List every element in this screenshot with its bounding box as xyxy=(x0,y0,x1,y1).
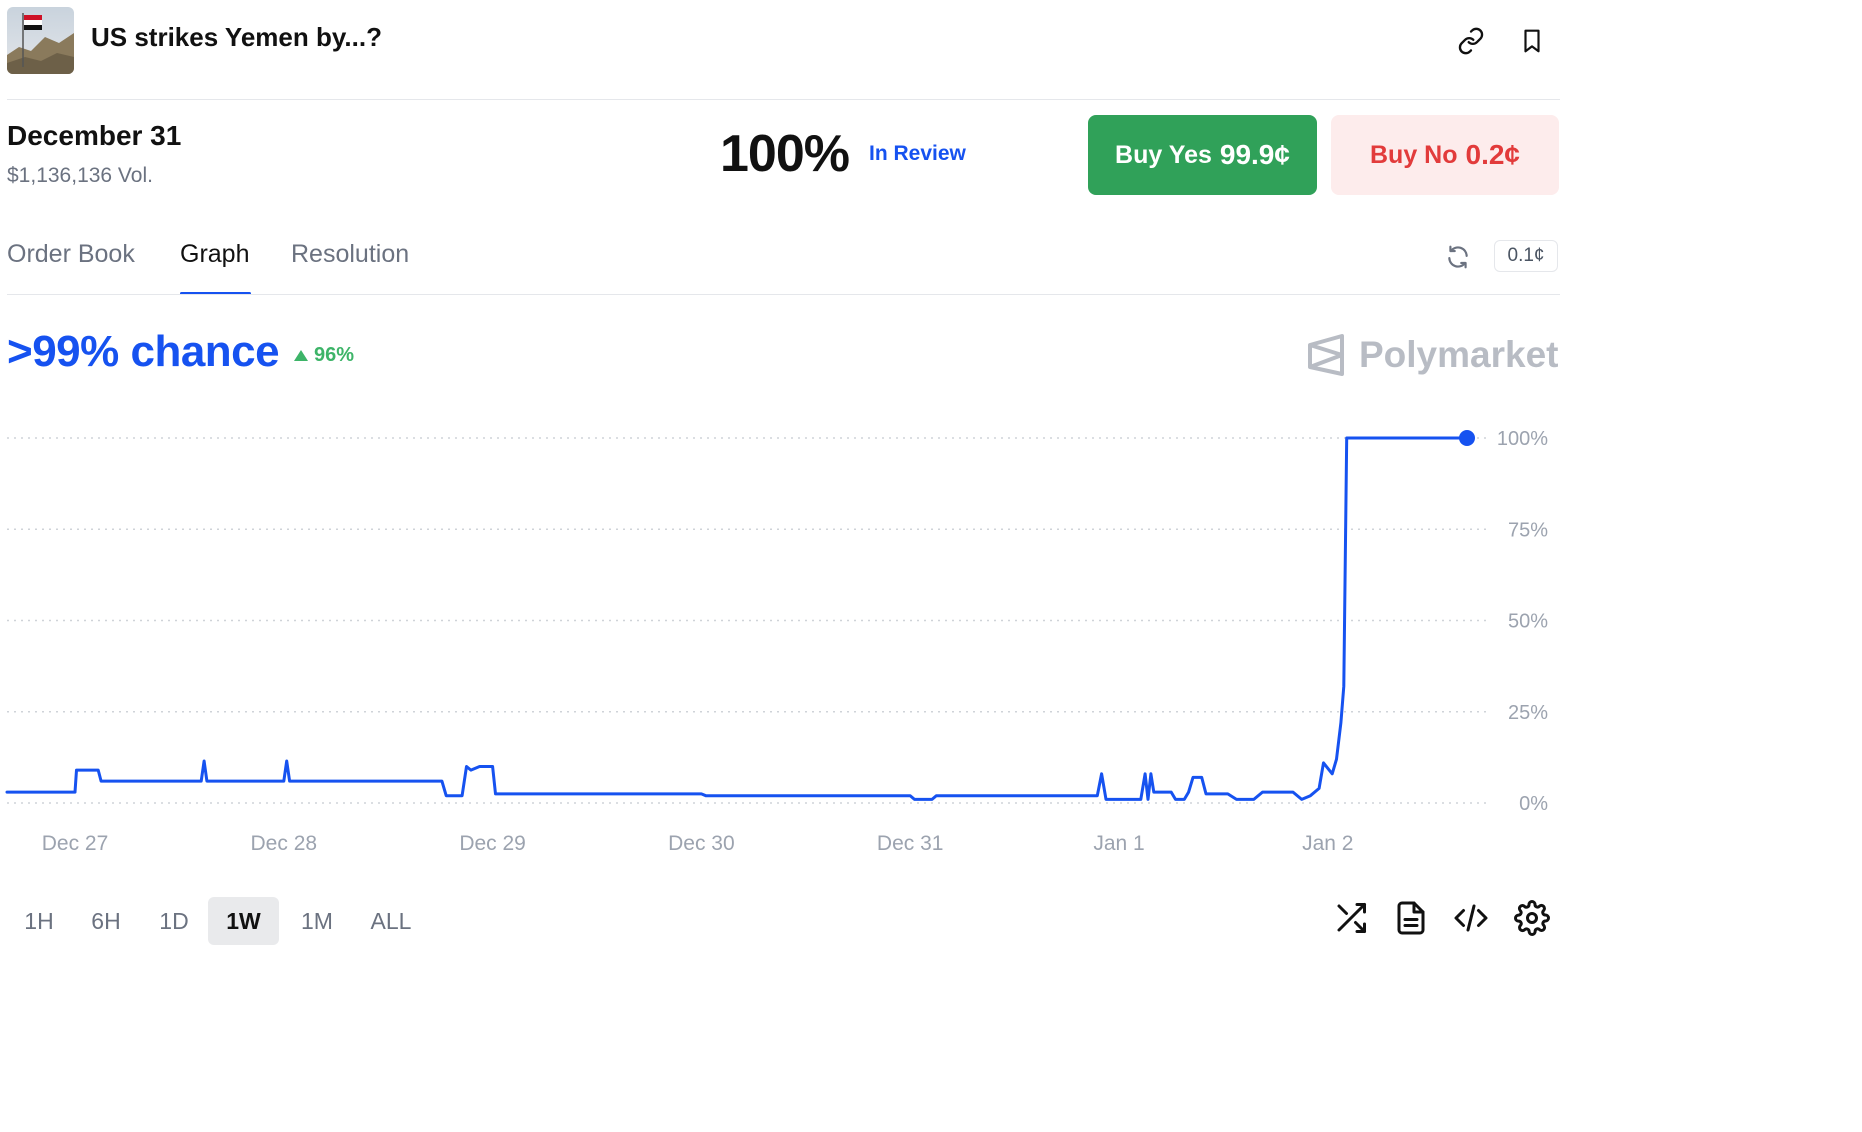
buy-no-price: 0.2¢ xyxy=(1465,139,1521,170)
change-value: 96% xyxy=(314,344,355,366)
tab-resolution[interactable]: Resolution xyxy=(291,240,409,269)
y-tick-label: 75% xyxy=(1508,519,1548,541)
market-thumbnail xyxy=(7,7,74,74)
y-tick-label: 25% xyxy=(1508,702,1548,724)
refresh-button[interactable] xyxy=(1438,237,1478,277)
y-tick-label: 0% xyxy=(1519,793,1548,815)
chance-value: >99% chance xyxy=(7,327,280,376)
polymarket-logo-icon xyxy=(1308,334,1344,376)
buy-no-label: Buy No xyxy=(1370,140,1458,169)
status-badge: In Review xyxy=(869,142,966,165)
outcome-percent: 100% xyxy=(720,125,850,183)
y-tick-label: 100% xyxy=(1497,428,1548,450)
refresh-icon xyxy=(1448,245,1468,269)
outcome-name: December 31 xyxy=(7,120,182,151)
tabs-divider xyxy=(7,294,1560,295)
gear-icon xyxy=(1514,900,1550,936)
tick-size-selector[interactable]: 0.1¢ xyxy=(1494,240,1558,272)
shuffle-button[interactable] xyxy=(1333,900,1369,941)
market-title: US strikes Yemen by...? xyxy=(91,22,382,52)
x-tick-label: Dec 30 xyxy=(668,832,735,855)
x-tick-label: Dec 31 xyxy=(877,832,944,855)
tab-graph[interactable]: Graph xyxy=(180,240,249,269)
change-indicator: 96% xyxy=(293,344,354,367)
outcome-volume: $1,136,136 Vol. xyxy=(7,164,153,187)
brand-name: Polymarket xyxy=(1359,334,1559,375)
x-tick-label: Dec 27 xyxy=(42,832,109,855)
embed-button[interactable] xyxy=(1453,900,1489,941)
buy-yes-price: 99.9¢ xyxy=(1219,139,1290,170)
x-tick-label: Jan 2 xyxy=(1302,832,1353,855)
range-button-1m[interactable]: 1M xyxy=(289,897,345,945)
link-icon xyxy=(1458,27,1484,55)
range-button-1h[interactable]: 1H xyxy=(16,897,62,945)
probability-line xyxy=(5,436,1469,801)
header-divider xyxy=(7,99,1560,100)
x-tick-label: Dec 28 xyxy=(251,832,318,855)
tab-order-book[interactable]: Order Book xyxy=(7,240,135,269)
price-chart: 100% 75% 50% 25% 0% Dec 27 Dec 28 Dec 29 Dec 30… xyxy=(5,428,1548,855)
code-icon xyxy=(1454,904,1488,932)
range-button-all[interactable]: ALL xyxy=(356,897,426,945)
y-tick-label: 50% xyxy=(1508,611,1548,633)
triangle-up-icon xyxy=(294,350,308,361)
shuffle-icon xyxy=(1337,903,1366,933)
range-button-6h[interactable]: 6H xyxy=(78,897,134,945)
notes-button[interactable] xyxy=(1393,900,1429,941)
bookmark-button[interactable] xyxy=(1512,21,1552,61)
x-tick-label: Dec 29 xyxy=(459,832,526,855)
buy-yes-button[interactable]: Buy Yes 99.9¢ xyxy=(1088,115,1317,195)
range-button-1w[interactable]: 1W xyxy=(208,897,279,945)
polymarket-watermark: Polymarket xyxy=(1307,333,1559,377)
buy-yes-label: Buy Yes xyxy=(1115,140,1212,169)
buy-no-button[interactable]: Buy No 0.2¢ xyxy=(1331,115,1559,195)
x-tick-label: Jan 1 xyxy=(1093,832,1144,855)
copy-link-button[interactable] xyxy=(1451,21,1491,61)
range-button-1d[interactable]: 1D xyxy=(146,897,202,945)
document-icon xyxy=(1397,901,1425,935)
current-point xyxy=(1459,430,1475,446)
settings-button[interactable] xyxy=(1514,900,1550,941)
bookmark-icon xyxy=(1524,29,1540,53)
